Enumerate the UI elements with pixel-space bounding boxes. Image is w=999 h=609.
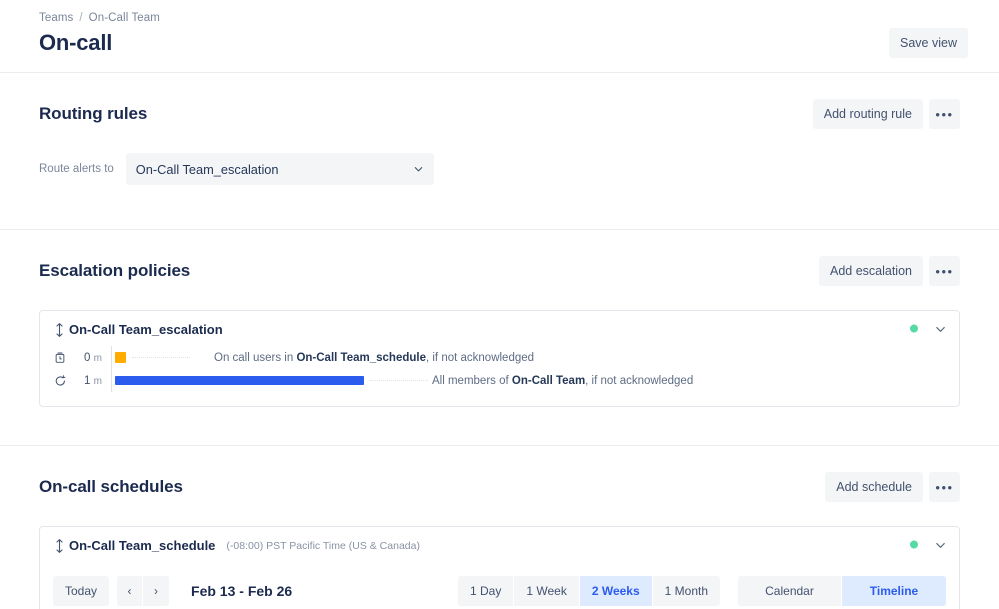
breadcrumb-separator: /	[79, 12, 82, 24]
chevron-down-icon[interactable]	[934, 538, 947, 551]
escalation-policies-title: Escalation policies	[39, 261, 190, 281]
routing-rules-section: Routing rules Add routing rule ••• Route…	[0, 73, 999, 229]
on-call-schedules-section: On-call schedules Add schedule ••• On-Ca…	[0, 445, 999, 609]
escalation-policies-section: Escalation policies Add escalation ••• O…	[0, 229, 999, 407]
range-option-1-day[interactable]: 1 Day	[458, 576, 514, 606]
range-option-2-weeks[interactable]: 2 Weeks	[580, 576, 653, 606]
escalation-policy-name: On-Call Team_escalation	[69, 322, 223, 337]
breadcrumb: Teams / On-Call Team	[39, 12, 963, 24]
header-actions: Save view	[889, 28, 968, 58]
view-option-calendar[interactable]: Calendar	[738, 576, 842, 606]
schedule-body: Today ‹ › Feb 13 - Feb 26 1 Day 1 Week 2…	[40, 562, 959, 609]
add-routing-rule-button[interactable]: Add routing rule	[813, 99, 923, 129]
escalation-policy-card: On-Call Team_escalation 0 m	[39, 310, 960, 407]
repeat-icon	[51, 374, 69, 387]
routing-rules-header: Routing rules Add routing rule •••	[39, 99, 960, 129]
next-period-button[interactable]: ›	[143, 576, 169, 606]
status-badge	[910, 325, 918, 333]
escalation-policies-actions: Add escalation •••	[819, 256, 960, 286]
track-dotted-line	[370, 380, 428, 381]
schedule-view-controls: 1 Day 1 Week 2 Weeks 1 Month Calendar Ti…	[458, 576, 946, 606]
schedule-card-header[interactable]: On-Call Team_schedule (-08:00) PST Pacif…	[40, 527, 959, 562]
escalation-rule-list: 0 m On call users in On-Call Team_schedu…	[40, 346, 959, 406]
escalation-rule-text: On call users in On-Call Team_schedule, …	[214, 352, 534, 364]
track-tick	[111, 346, 112, 369]
escalation-bar	[115, 376, 364, 385]
add-schedule-button[interactable]: Add schedule	[825, 472, 923, 502]
breadcrumb-root[interactable]: Teams	[39, 12, 73, 24]
on-call-schedules-header: On-call schedules Add schedule •••	[39, 472, 960, 502]
escalation-rule-row: 1 m All members of On-Call Team, if not …	[51, 369, 947, 392]
track-tick	[111, 369, 112, 392]
view-segmented-control: Calendar Timeline	[738, 576, 946, 606]
escalation-rule-time: 0 m	[69, 352, 111, 364]
schedule-toolbar: Today ‹ › Feb 13 - Feb 26 1 Day 1 Week 2…	[53, 576, 946, 606]
on-call-schedules-actions: Add schedule •••	[825, 472, 960, 502]
routing-rule-row: Route alerts to On-Call Team_escalation	[39, 153, 960, 229]
schedule-name: On-Call Team_schedule	[69, 538, 215, 553]
page-title: On-call	[39, 30, 963, 56]
routing-rules-more-button[interactable]: •••	[929, 99, 960, 129]
escalation-policies-more-button[interactable]: •••	[929, 256, 960, 286]
routing-rules-actions: Add routing rule •••	[813, 99, 960, 129]
today-button[interactable]: Today	[53, 576, 109, 606]
escalation-rule-track	[111, 369, 434, 392]
on-call-schedules-more-button[interactable]: •••	[929, 472, 960, 502]
escalation-policy-header[interactable]: On-Call Team_escalation	[40, 311, 959, 346]
date-range-label: Feb 13 - Feb 26	[191, 583, 292, 599]
status-badge	[910, 541, 918, 549]
route-alerts-to-label: Route alerts to	[39, 163, 114, 175]
breadcrumb-current[interactable]: On-Call Team	[89, 12, 160, 24]
escalation-rule-track	[111, 346, 196, 369]
routing-rules-title: Routing rules	[39, 104, 147, 124]
escalation-rule-row: 0 m On call users in On-Call Team_schedu…	[51, 346, 947, 369]
page-header: Teams / On-Call Team On-call Save view	[0, 0, 999, 73]
escalation-policies-header: Escalation policies Add escalation •••	[39, 256, 960, 286]
chevron-down-icon	[413, 164, 424, 175]
schedule-timezone: (-08:00) PST Pacific Time (US & Canada)	[226, 540, 420, 552]
route-alerts-to-select[interactable]: On-Call Team_escalation	[126, 153, 434, 185]
save-view-button[interactable]: Save view	[889, 28, 968, 58]
escalation-rule-time: 1 m	[69, 375, 111, 387]
range-option-1-month[interactable]: 1 Month	[653, 576, 720, 606]
route-alerts-to-value: On-Call Team_escalation	[136, 162, 279, 177]
timer-icon	[51, 352, 69, 364]
track-dotted-line	[132, 357, 190, 358]
on-call-schedules-title: On-call schedules	[39, 477, 183, 497]
drag-handle-icon[interactable]	[51, 323, 67, 337]
escalation-bar	[115, 352, 126, 363]
escalation-rule-text: All members of On-Call Team, if not ackn…	[432, 375, 693, 387]
chevron-down-icon[interactable]	[934, 322, 947, 335]
range-option-1-week[interactable]: 1 Week	[514, 576, 579, 606]
schedule-header-right	[910, 538, 947, 551]
prev-period-button[interactable]: ‹	[117, 576, 143, 606]
add-escalation-button[interactable]: Add escalation	[819, 256, 923, 286]
date-nav-group: ‹ ›	[117, 576, 169, 606]
range-segmented-control: 1 Day 1 Week 2 Weeks 1 Month	[458, 576, 720, 606]
drag-handle-icon[interactable]	[51, 539, 67, 553]
schedule-card: On-Call Team_schedule (-08:00) PST Pacif…	[39, 526, 960, 609]
escalation-policy-header-right	[910, 322, 947, 335]
view-option-timeline[interactable]: Timeline	[842, 576, 946, 606]
